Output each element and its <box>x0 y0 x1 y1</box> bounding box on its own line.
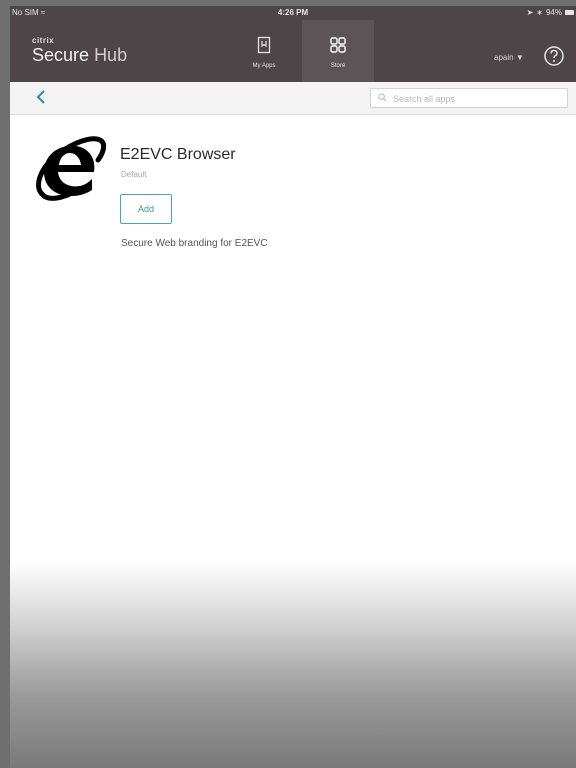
app-header: citrix Secure Hub My Apps Store apain ▼ <box>10 20 576 82</box>
search-input[interactable] <box>391 90 565 107</box>
ipad-screen: No SIM ≈ 4:26 PM ➤ ∗ 94% citrix Secure H… <box>10 6 576 768</box>
chevron-left-icon[interactable] <box>34 89 48 105</box>
user-name: apain <box>494 53 514 62</box>
tab-store-label: Store <box>330 63 346 69</box>
navigation-toolbar <box>10 82 576 115</box>
battery-icon <box>565 10 574 15</box>
grid-icon <box>330 37 346 53</box>
bottom-gradient <box>10 561 576 768</box>
status-time: 4:26 PM <box>277 8 309 17</box>
question-circle-icon[interactable] <box>543 45 565 67</box>
add-app-button[interactable]: Add <box>120 194 172 224</box>
brand-logo: citrix Secure Hub <box>32 36 127 65</box>
search-field[interactable] <box>370 88 568 108</box>
caret-down-icon: ▼ <box>515 53 524 62</box>
status-right: ➤ ∗ 94% <box>527 8 574 17</box>
bookmark-icon <box>257 36 271 54</box>
search-icon <box>378 93 387 102</box>
app-description: Secure Web branding for E2EVC <box>121 238 268 249</box>
tab-store[interactable]: Store <box>302 20 374 82</box>
bluetooth-icon: ∗ <box>536 8 543 17</box>
user-menu[interactable]: apain ▼ <box>494 53 524 62</box>
citrix-wordmark: citrix <box>32 36 55 45</box>
battery-percent: 94% <box>545 8 562 17</box>
brand-title: Secure Hub <box>32 45 128 65</box>
app-category: Default <box>121 170 147 179</box>
tab-my-apps-label: My Apps <box>252 63 276 69</box>
location-icon: ➤ <box>526 8 534 17</box>
tab-my-apps[interactable]: My Apps <box>228 20 300 82</box>
app-name: E2EVC Browser <box>120 146 236 163</box>
status-bar: No SIM ≈ 4:26 PM ➤ ∗ 94% <box>10 6 576 20</box>
internet-explorer-logo <box>36 136 107 201</box>
